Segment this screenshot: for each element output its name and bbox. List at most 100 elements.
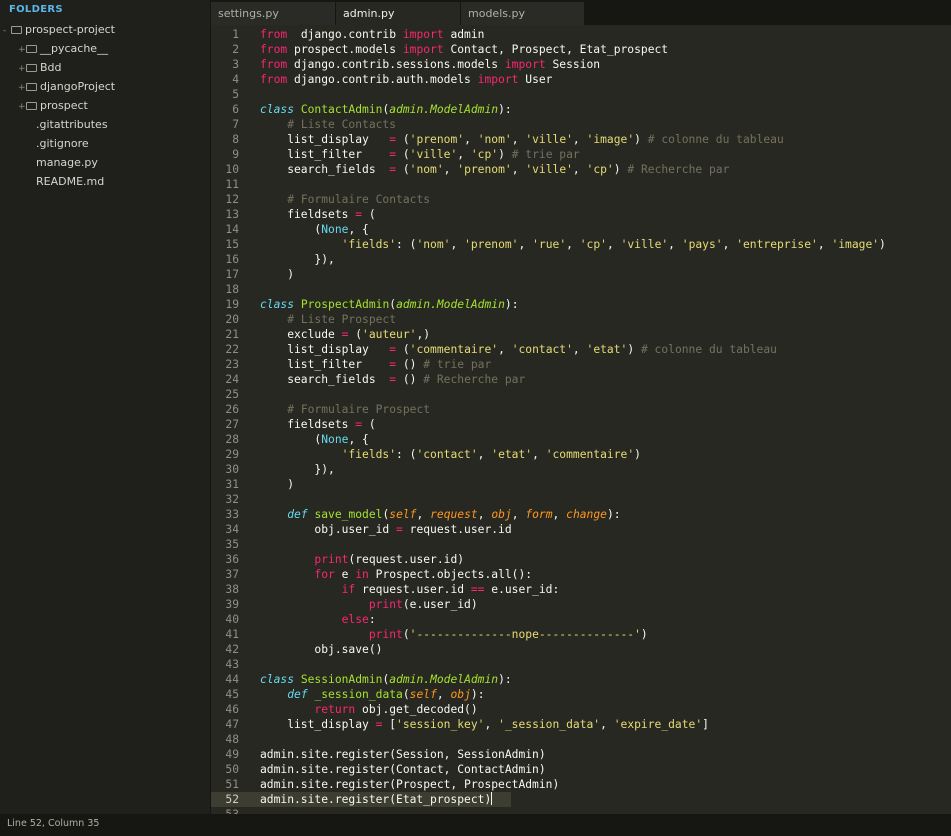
code-line[interactable]: 28 (None, { [211, 432, 951, 447]
code-line[interactable]: 17 ) [211, 267, 951, 282]
code-line[interactable]: 33 def save_model(self, request, obj, fo… [211, 507, 951, 522]
code-token: admin.ModelAdmin [389, 103, 499, 116]
code-line[interactable]: 9 list_filter = ('ville', 'cp') # trie p… [211, 147, 951, 162]
code-line[interactable]: 44 class SessionAdmin(admin.ModelAdmin): [211, 672, 951, 687]
folder-item[interactable]: + __pycache__ [18, 39, 108, 58]
code-text: list_filter = ('ville', 'cp') # trie par [260, 147, 580, 162]
code-text: # Formulaire Contacts [260, 192, 430, 207]
code-token: , [511, 508, 526, 521]
line-number: 30 [225, 463, 239, 476]
folder-icon [11, 26, 22, 34]
code-line[interactable]: 24 search_fields = () # Recherche par [211, 372, 951, 387]
code-token: ): [470, 688, 485, 701]
code-editor[interactable]: 1 from django.contrib import admin 2 from p… [211, 25, 951, 814]
code-line[interactable]: 22 list_display = ('commentaire', 'conta… [211, 342, 951, 357]
file-item[interactable]: .gitattributes [36, 115, 108, 134]
code-text: # Liste Prospect [260, 312, 396, 327]
tab-models-py[interactable]: models.py [461, 2, 585, 25]
code-token: 'pays' [681, 238, 723, 251]
code-line[interactable]: 43 [211, 657, 951, 672]
code-line[interactable]: 30 }), [211, 462, 951, 477]
code-token: 'fields' [341, 238, 397, 251]
folder-item[interactable]: - prospect-project [3, 20, 115, 39]
code-line[interactable]: 40 else: [211, 612, 951, 627]
folders-title: FOLDERS [9, 4, 63, 15]
code-token: list_filter [260, 148, 390, 161]
code-line[interactable]: 46 return obj.get_decoded() [211, 702, 951, 717]
code-line[interactable]: 41 print('--------------nope------------… [211, 627, 951, 642]
code-line[interactable]: 14 (None, { [211, 222, 951, 237]
code-line[interactable]: 15 'fields': ('nom', 'prenom', 'rue', 'c… [211, 237, 951, 252]
code-line[interactable]: 36 print(request.user.id) [211, 552, 951, 567]
code-line[interactable]: 4 from django.contrib.auth.models import … [211, 72, 951, 87]
code-line[interactable]: 39 print(e.user_id) [211, 597, 951, 612]
code-line[interactable]: 26 # Formulaire Prospect [211, 402, 951, 417]
tab-settings-py[interactable]: settings.py [211, 2, 336, 25]
code-line[interactable]: 12 # Formulaire Contacts [211, 192, 951, 207]
code-line[interactable]: 47 list_display = ['session_key', '_sess… [211, 717, 951, 732]
code-token: request [430, 508, 478, 521]
code-token: }), [260, 463, 335, 476]
code-line[interactable]: 34 obj.user_id = request.user.id [211, 522, 951, 537]
code-token: == [470, 583, 485, 596]
file-item[interactable]: manage.py [36, 153, 98, 172]
code-line[interactable]: 20 # Liste Prospect [211, 312, 951, 327]
code-line[interactable]: 1 from django.contrib import admin [211, 27, 951, 42]
code-token: form [525, 508, 553, 521]
code-line[interactable]: 27 fieldsets = ( [211, 417, 951, 432]
code-token: 'nom' [416, 238, 451, 251]
code-line[interactable]: 48 [211, 732, 951, 747]
code-line[interactable]: 19 class ProspectAdmin(admin.ModelAdmin): [211, 297, 951, 312]
code-text: 'fields': ('contact', 'etat', 'commentai… [260, 447, 641, 462]
code-line[interactable]: 23 list_filter = () # trie par [211, 357, 951, 372]
code-line[interactable]: 25 [211, 387, 951, 402]
file-item[interactable]: .gitignore [36, 134, 89, 153]
code-line[interactable]: 16 }), [211, 252, 951, 267]
line-number: 37 [225, 568, 239, 581]
folder-item[interactable]: + prospect [18, 96, 88, 115]
code-text: list_display = ['session_key', '_session… [260, 717, 709, 732]
code-line[interactable]: 32 [211, 492, 951, 507]
code-line[interactable]: 50 admin.site.register(Contact, ContactAd… [211, 762, 951, 777]
code-token: 'prenom' [457, 163, 512, 176]
code-line[interactable]: 51 admin.site.register(Prospect, Prospect… [211, 777, 951, 792]
code-token: ( [396, 163, 410, 176]
code-line[interactable]: 13 fieldsets = ( [211, 207, 951, 222]
code-line[interactable]: 3 from django.contrib.sessions.models imp… [211, 57, 951, 72]
code-token: ( [396, 148, 410, 161]
file-item[interactable]: README.md [36, 172, 104, 191]
code-line[interactable]: 2 from prospect.models import Contact, Pr… [211, 42, 951, 57]
code-line[interactable]: 18 [211, 282, 951, 297]
code-line[interactable]: 49 admin.site.register(Session, SessionAd… [211, 747, 951, 762]
tab-admin-py[interactable]: admin.py [336, 2, 461, 25]
folder-item[interactable]: + Bdd [18, 58, 62, 77]
code-token: fieldsets [260, 208, 356, 221]
code-line[interactable]: 42 obj.save() [211, 642, 951, 657]
code-text: class ProspectAdmin(admin.ModelAdmin): [260, 297, 519, 312]
code-line[interactable]: 52 admin.site.register(Etat_prospect) [211, 792, 511, 807]
code-line[interactable]: 29 'fields': ('contact', 'etat', 'commen… [211, 447, 951, 462]
code-line[interactable]: 10 search_fields = ('nom', 'prenom', 'vi… [211, 162, 951, 177]
code-line[interactable]: 8 list_display = ('prenom', 'nom', 'vill… [211, 132, 951, 147]
code-line[interactable]: 11 [211, 177, 951, 192]
code-line[interactable]: 45 def _session_data(self, obj): [211, 687, 951, 702]
code-text: search_fields = () # Recherche par [260, 372, 525, 387]
code-line[interactable]: 7 # Liste Contacts [211, 117, 951, 132]
code-line[interactable]: 53 [211, 807, 951, 814]
code-line[interactable]: 35 [211, 537, 951, 552]
code-line[interactable]: 5 [211, 87, 951, 102]
code-token: Prospect.objects.all(): [368, 568, 533, 581]
code-token: 'fields' [341, 448, 397, 461]
code-line[interactable]: 21 exclude = ('auteur',) [211, 327, 951, 342]
code-line[interactable]: 6 class ContactAdmin(admin.ModelAdmin): [211, 102, 951, 117]
collapse-icon[interactable]: - [3, 22, 11, 41]
folder-item[interactable]: + djangoProject [18, 77, 115, 96]
code-text: class SessionAdmin(admin.ModelAdmin): [260, 672, 512, 687]
code-text: search_fields = ('nom', 'prenom', 'ville… [260, 162, 729, 177]
code-line[interactable]: 38 if request.user.id == e.user_id: [211, 582, 951, 597]
code-line[interactable]: 31 ) [211, 477, 951, 492]
line-number: 38 [225, 583, 239, 596]
code-line[interactable]: 37 for e in Prospect.objects.all(): [211, 567, 951, 582]
expand-icon[interactable]: + [18, 98, 26, 117]
